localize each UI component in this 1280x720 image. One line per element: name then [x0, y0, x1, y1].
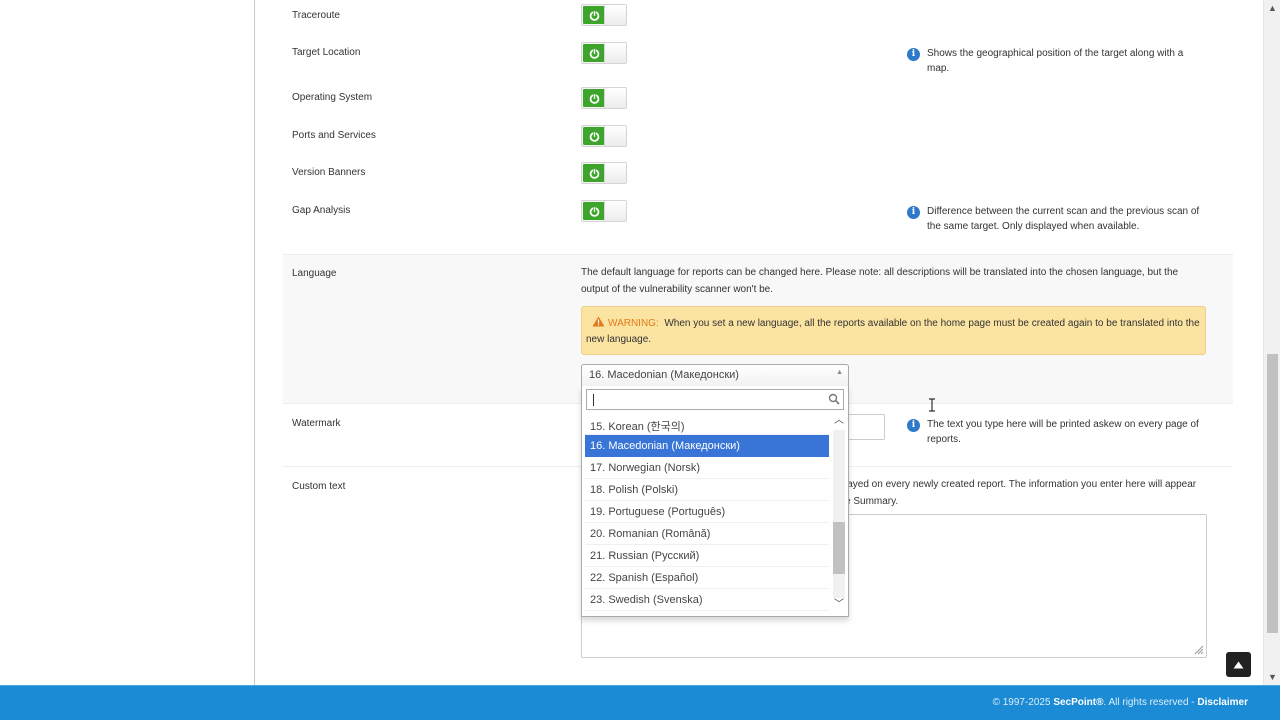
chevron-up-icon[interactable]: ︿: [831, 414, 847, 428]
option-label-gap-analysis: Gap Analysis: [292, 205, 351, 216]
language-label: Language: [292, 268, 337, 279]
power-icon: [583, 6, 605, 24]
option-label-operating-system: Operating System: [292, 92, 373, 103]
info-icon: i: [907, 48, 920, 61]
info-icon: i: [907, 206, 920, 219]
footer-copyright: © 1997-2025: [992, 697, 1051, 708]
text-caret: [593, 394, 594, 406]
search-icon: [828, 393, 840, 405]
language-option[interactable]: 21. Russian (Русский): [585, 545, 829, 567]
toggle-traceroute[interactable]: [581, 4, 627, 26]
language-select[interactable]: 16. Macedonian (Македонски) ▲: [581, 364, 849, 386]
toggle-ports-and-services[interactable]: [581, 125, 627, 147]
page-scrollbar[interactable]: ▲ ▼: [1263, 0, 1280, 685]
language-search[interactable]: [586, 389, 844, 410]
warning-text: When you set a new language, all the rep…: [586, 318, 1200, 345]
info-icon: i: [907, 419, 920, 432]
language-option-selected[interactable]: 16. Macedonian (Македонски): [585, 435, 829, 457]
watermark-label: Watermark: [292, 418, 341, 429]
option-label-traceroute: Traceroute: [292, 10, 340, 21]
language-option[interactable]: 18. Polish (Polski): [585, 479, 829, 501]
language-option[interactable]: 20. Romanian (Română): [585, 523, 829, 545]
toggle-gap-analysis[interactable]: [581, 200, 627, 222]
footer: © 1997-2025 SecPoint®. All rights reserv…: [0, 685, 1280, 720]
option-label-target-location: Target Location: [292, 47, 361, 58]
language-search-input[interactable]: [587, 390, 823, 409]
option-label-version-banners: Version Banners: [292, 167, 366, 178]
custom-text-label: Custom text: [292, 481, 346, 492]
left-pane: [0, 0, 255, 685]
footer-text: © 1997-2025 SecPoint®. All rights reserv…: [993, 697, 1248, 708]
resize-grip-icon[interactable]: [1194, 645, 1204, 655]
watermark-input[interactable]: [845, 414, 885, 440]
custom-text-description: layed on every newly created report. The…: [845, 479, 1197, 507]
scroll-up-icon[interactable]: ▲: [1264, 0, 1280, 16]
language-option[interactable]: 15. Korean (한국의): [585, 416, 829, 435]
language-description: The default language for reports can be …: [581, 267, 1179, 295]
chevron-down-icon[interactable]: ﹀: [831, 598, 847, 612]
toggle-target-location[interactable]: [581, 42, 627, 64]
settings-content: Traceroute Target Location i Shows the g…: [255, 0, 1263, 685]
language-option[interactable]: 22. Spanish (Español): [585, 567, 829, 589]
warning-label: WARNING:: [608, 318, 659, 329]
info-target-location: Shows the geographical position of the t…: [927, 48, 1184, 74]
option-label-ports-and-services: Ports and Services: [292, 130, 376, 141]
warning-triangle-icon: [592, 316, 605, 327]
dropdown-scroll-thumb[interactable]: [833, 522, 845, 574]
power-icon: [583, 202, 605, 220]
language-dropdown: 15. Korean (한국의) 16. Macedonian (Македон…: [581, 386, 849, 617]
disclaimer-link[interactable]: Disclaimer: [1197, 697, 1248, 708]
language-options-list: 15. Korean (한국의) 16. Macedonian (Македон…: [585, 416, 829, 615]
toggle-version-banners[interactable]: [581, 162, 627, 184]
language-warning: WARNING: When you set a new language, al…: [581, 306, 1206, 355]
page-scroll-thumb[interactable]: [1267, 354, 1278, 633]
toggle-operating-system[interactable]: [581, 87, 627, 109]
language-option[interactable]: 23. Swedish (Svenska): [585, 589, 829, 611]
language-option[interactable]: 19. Portuguese (Português): [585, 501, 829, 523]
chevron-up-icon: ▲: [836, 369, 843, 376]
arrow-up-icon: [1233, 661, 1244, 668]
dropdown-scrollbar[interactable]: ︿ ﹀: [831, 414, 847, 614]
info-watermark: The text you type here will be printed a…: [927, 419, 1199, 445]
info-gap-analysis: Difference between the current scan and …: [927, 206, 1200, 232]
ibeam-cursor-icon: [929, 398, 935, 412]
power-icon: [583, 89, 605, 107]
language-option[interactable]: 17. Norwegian (Norsk): [585, 457, 829, 479]
power-icon: [583, 164, 605, 182]
language-selected-value: 16. Macedonian (Македонски): [589, 369, 739, 381]
footer-brand: SecPoint®: [1053, 697, 1104, 708]
power-icon: [583, 127, 605, 145]
footer-rights: . All rights reserved -: [1103, 697, 1195, 708]
power-icon: [583, 44, 605, 62]
back-to-top-button[interactable]: [1226, 652, 1251, 677]
scroll-down-icon[interactable]: ▼: [1264, 669, 1280, 685]
